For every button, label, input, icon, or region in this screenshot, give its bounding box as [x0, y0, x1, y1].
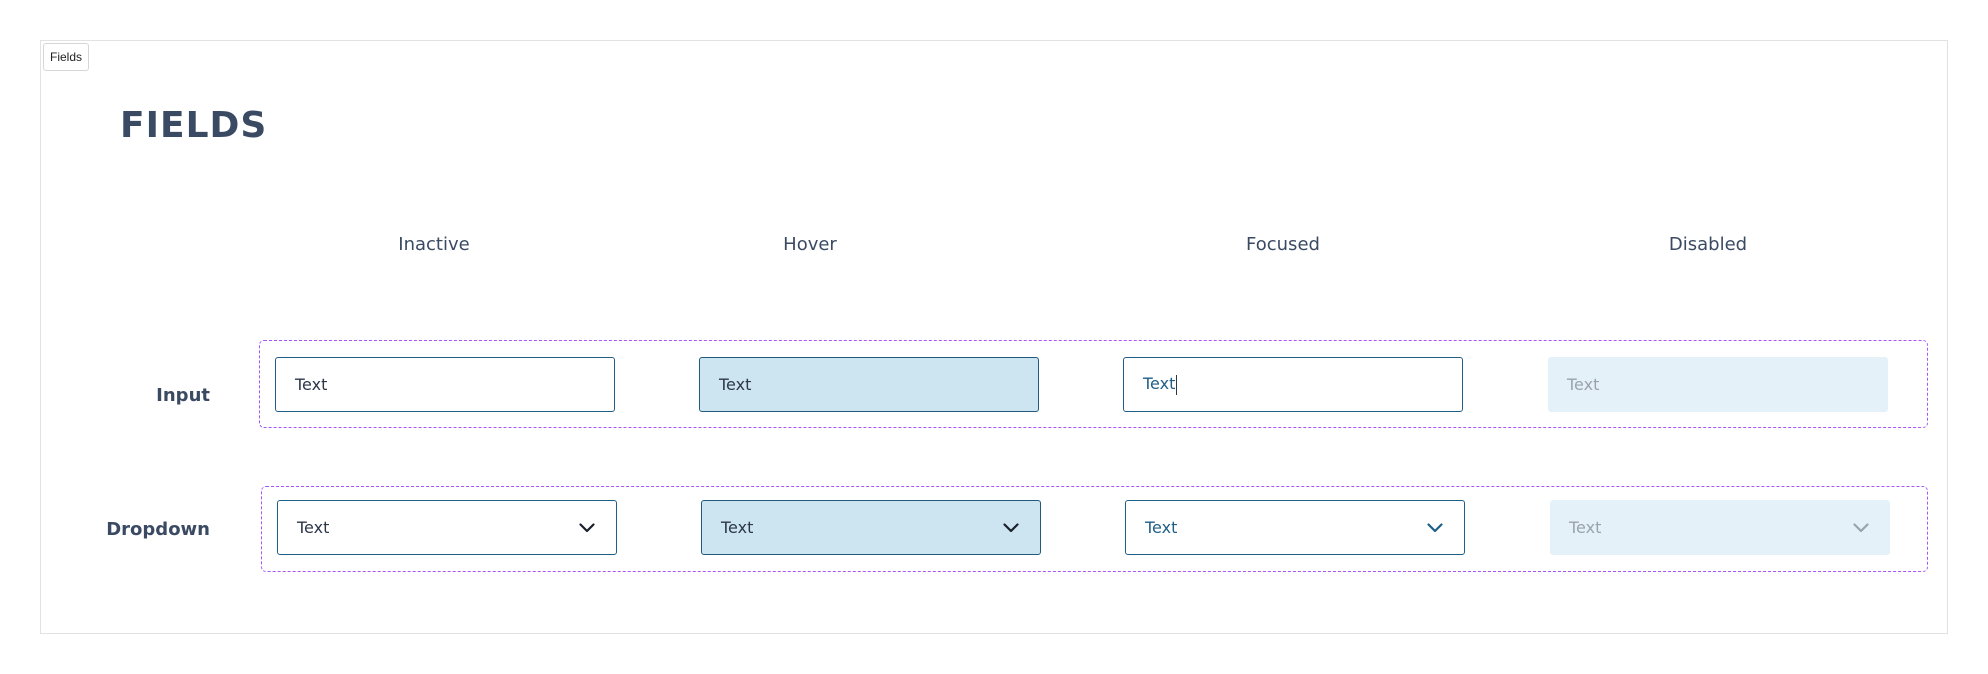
dropdown-value: Text — [297, 518, 330, 537]
input-field-inactive[interactable]: Text — [275, 357, 615, 412]
dropdown-hover[interactable]: Text — [701, 500, 1041, 555]
column-header-disabled: Disabled — [1668, 234, 1748, 255]
column-header-inactive: Inactive — [398, 234, 470, 255]
input-value: Text — [1143, 374, 1176, 394]
row-label-dropdown: Dropdown — [106, 519, 210, 540]
text-caret — [1176, 374, 1178, 395]
input-value: Text — [1567, 375, 1600, 394]
column-header-hover: Hover — [783, 234, 837, 255]
chevron-down-icon — [1426, 522, 1444, 534]
chevron-down-icon — [1852, 522, 1870, 534]
frame-tag[interactable]: Fields — [43, 43, 90, 71]
dropdown-value: Text — [1569, 518, 1602, 537]
row-label-input: Input — [156, 385, 210, 406]
dropdown-disabled: Text — [1550, 500, 1890, 555]
dropdown-value: Text — [1145, 518, 1178, 537]
dropdown-value: Text — [721, 518, 754, 537]
input-field-disabled: Text — [1548, 357, 1888, 412]
chevron-down-icon — [1002, 522, 1020, 534]
input-field-focused[interactable]: Text — [1123, 357, 1463, 412]
input-field-hover[interactable]: Text — [699, 357, 1039, 412]
input-value: Text — [295, 375, 328, 394]
dropdown-inactive[interactable]: Text — [277, 500, 617, 555]
column-header-focused: Focused — [1246, 234, 1320, 255]
page-title: FIELDS — [120, 105, 268, 146]
dropdown-focused[interactable]: Text — [1125, 500, 1465, 555]
chevron-down-icon — [578, 522, 596, 534]
input-value: Text — [719, 375, 752, 394]
